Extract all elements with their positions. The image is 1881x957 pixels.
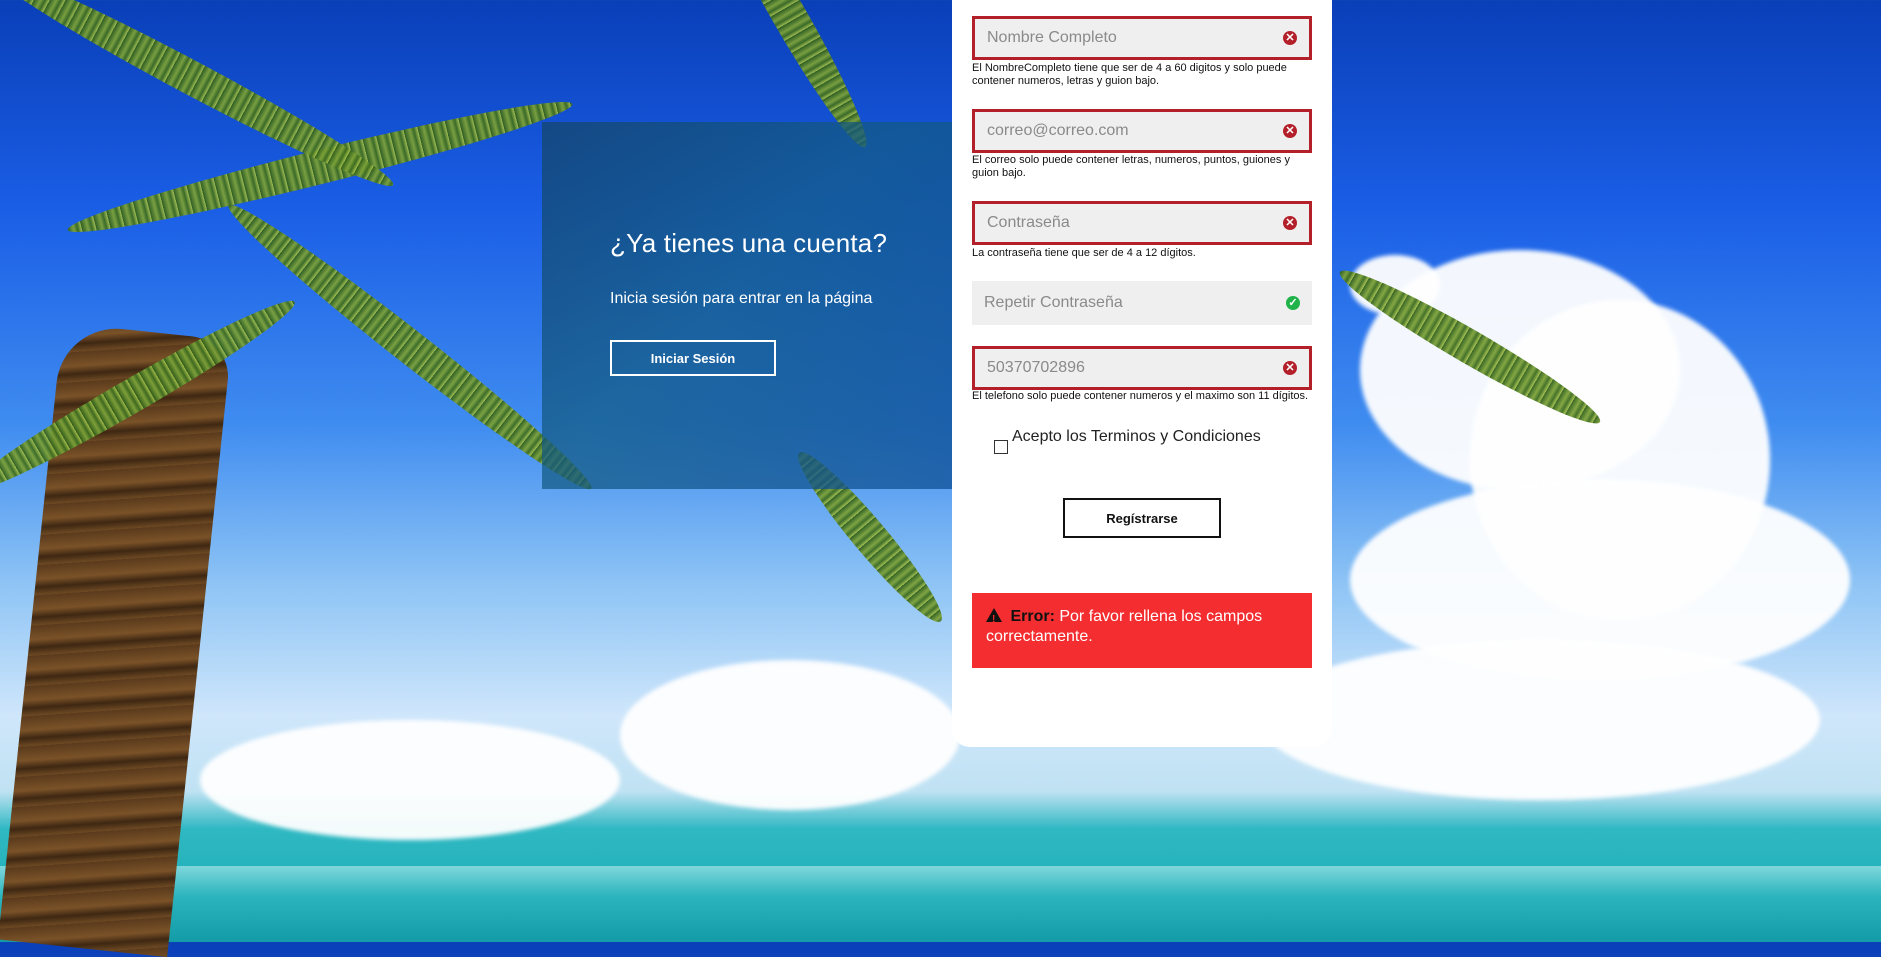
palm-frond: [0, 0, 402, 200]
error-icon: ✕: [1283, 361, 1297, 375]
repeat-password-value: Repetir Contraseña: [984, 294, 1123, 311]
email-hint: El correo solo puede contener letras, nu…: [972, 154, 1290, 179]
error-alert: Error: Por favor rellena los campos corr…: [972, 593, 1312, 668]
error-label: Error:: [1010, 608, 1055, 625]
password-hint: La contraseña tiene que ser de 4 a 12 dí…: [972, 247, 1196, 259]
terms-row: Acepto los Terminos y Condiciones: [994, 428, 1261, 454]
phone-field[interactable]: 50370702896 ✕: [972, 346, 1312, 390]
phone-value: 50370702896: [987, 359, 1085, 376]
email-field[interactable]: correo@correo.com ✕: [972, 109, 1312, 153]
register-button[interactable]: Regístrarse: [1063, 498, 1221, 538]
email-value: correo@correo.com: [987, 122, 1129, 139]
check-icon: ✓: [1286, 296, 1300, 310]
ocean: [0, 866, 1881, 942]
palm-frond: [63, 87, 577, 247]
error-icon: ✕: [1283, 31, 1297, 45]
terms-label: Acepto los Terminos y Condiciones: [1012, 428, 1261, 445]
login-button[interactable]: Iniciar Sesión: [610, 340, 776, 376]
terms-checkbox[interactable]: [994, 440, 1008, 454]
login-prompt-title: ¿Ya tienes una cuenta?: [610, 228, 888, 258]
login-prompt-panel: ¿Ya tienes una cuenta? Inicia sesión par…: [542, 122, 952, 489]
repeat-password-field[interactable]: Repetir Contraseña ✓: [972, 281, 1312, 325]
cloud: [200, 720, 620, 840]
register-form: Nombre Completo ✕ El NombreCompleto tien…: [952, 0, 1332, 747]
password-field[interactable]: Contraseña ✕: [972, 201, 1312, 245]
cloud: [1260, 640, 1820, 800]
error-icon: ✕: [1283, 124, 1297, 138]
warning-icon: [986, 608, 1002, 630]
fullname-hint: El NombreCompleto tiene que ser de 4 a 6…: [972, 62, 1287, 87]
password-value: Contraseña: [987, 214, 1070, 231]
fullname-value: Nombre Completo: [987, 29, 1117, 46]
phone-hint: El telefono solo puede contener numeros …: [972, 390, 1309, 402]
fullname-field[interactable]: Nombre Completo ✕: [972, 16, 1312, 60]
cloud: [620, 660, 960, 810]
login-prompt-subtitle: Inicia sesión para entrar en la página: [610, 290, 873, 307]
error-icon: ✕: [1283, 216, 1297, 230]
